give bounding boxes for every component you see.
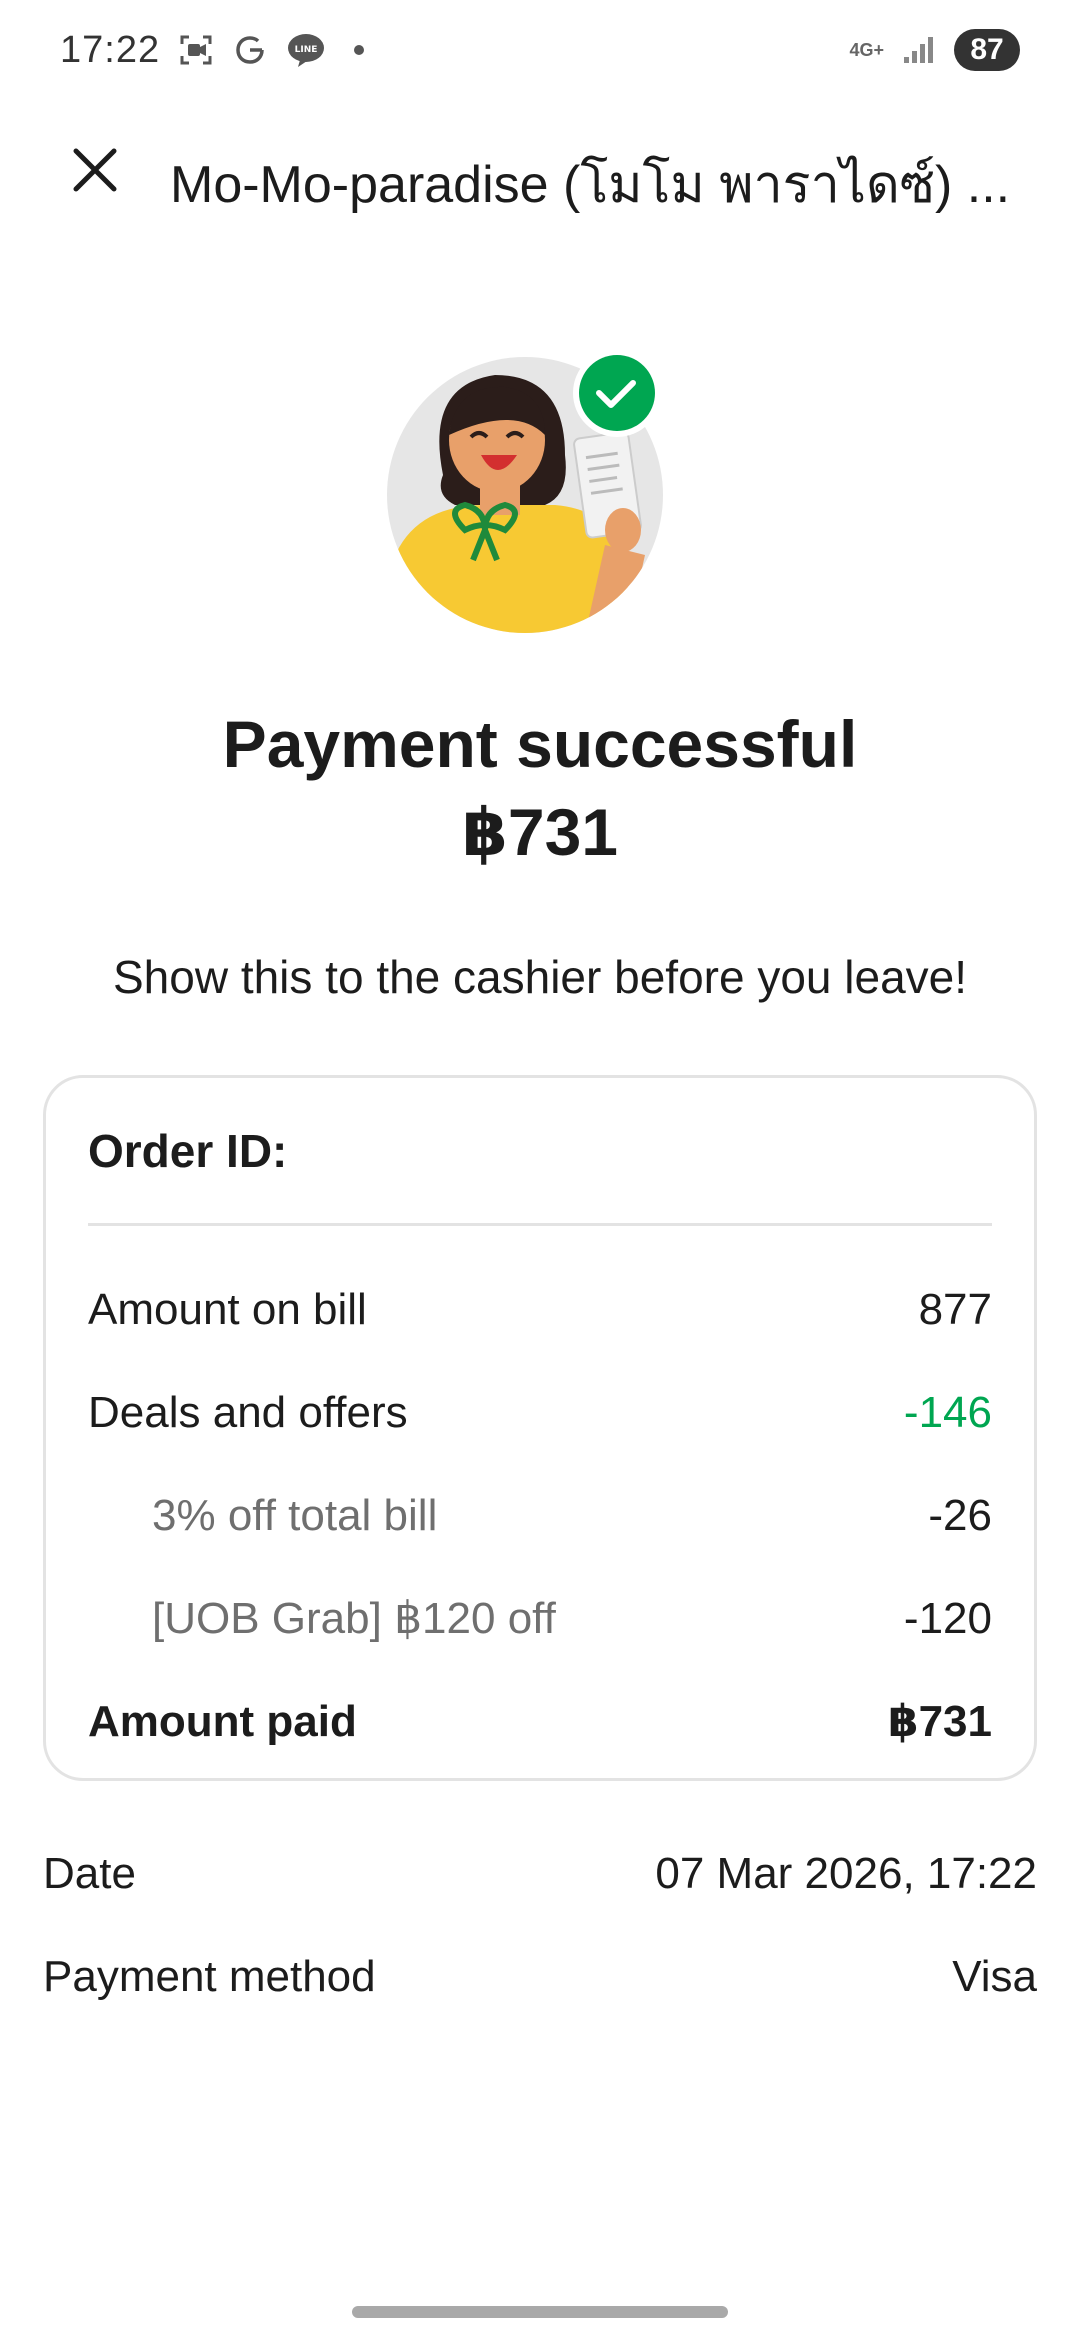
amount-on-bill-row: Amount on bill 877: [88, 1258, 992, 1361]
order-id-header: Order ID:: [88, 1078, 992, 1226]
signal-icon: [902, 35, 936, 65]
row-value: -26: [928, 1490, 992, 1540]
payment-details: Date 07 Mar 2026, 17:22 Payment method V…: [43, 1822, 1037, 2028]
close-button[interactable]: [50, 140, 140, 200]
status-right: 4G+ 87: [849, 29, 1020, 71]
status-bar: 17:22 LINE 4G+ 87: [0, 0, 1080, 100]
merchant-title: Mo-Mo-paradise (โมโม พาราไดซ์) ...: [170, 156, 1011, 214]
close-icon: [73, 148, 117, 192]
row-label: 3% off total bill: [152, 1490, 438, 1540]
order-rows: Amount on bill 877 Deals and offers -146…: [88, 1258, 992, 1773]
status-left: 17:22 LINE: [60, 28, 365, 72]
payment-method-row: Payment method Visa: [43, 1925, 1037, 2028]
svg-text:LINE: LINE: [295, 45, 318, 55]
row-label: [UOB Grab] ฿120 off: [152, 1594, 556, 1643]
status-time: 17:22: [60, 28, 161, 71]
checkmark-badge: [579, 355, 655, 431]
detail-value: 07 Mar 2026, 17:22: [655, 1848, 1037, 1898]
home-indicator[interactable]: [352, 2306, 728, 2318]
detail-label: Date: [43, 1848, 136, 1898]
row-value: -146: [903, 1387, 992, 1437]
battery-indicator: 87: [954, 29, 1020, 71]
screen-record-icon: [178, 32, 214, 68]
amount-paid-row: Amount paid ฿731: [88, 1670, 992, 1773]
discount-row: [UOB Grab] ฿120 off -120: [88, 1567, 992, 1670]
discount-row: 3% off total bill -26: [88, 1464, 992, 1567]
payment-receipt-screen: 17:22 LINE 4G+ 87 Mo-Mo-paradise (โมโม พ…: [0, 0, 1080, 2340]
date-row: Date 07 Mar 2026, 17:22: [43, 1822, 1037, 1925]
detail-label: Payment method: [43, 1951, 376, 2001]
app-header: Mo-Mo-paradise (โมโม พาราไดซ์) ...: [0, 120, 1080, 220]
order-summary-card: Order ID: Amount on bill 877 Deals and o…: [43, 1075, 1037, 1781]
payment-status-text: Payment successful: [222, 707, 858, 781]
person-with-receipt-illustration: [385, 345, 675, 635]
network-type: 4G+: [849, 40, 884, 60]
cashier-instruction: Show this to the cashier before you leav…: [112, 951, 968, 1003]
order-id-label: Order ID:: [88, 1124, 288, 1177]
row-value: 877: [918, 1284, 992, 1334]
detail-value: Visa: [952, 1951, 1037, 2001]
payment-status-headline: Payment successful ฿731: [0, 700, 1080, 876]
row-label: Amount paid: [88, 1696, 357, 1746]
google-icon: [232, 32, 268, 68]
row-value: -120: [903, 1593, 992, 1643]
payment-amount: ฿731: [461, 795, 619, 869]
row-label: Deals and offers: [88, 1387, 408, 1437]
deals-and-offers-row: Deals and offers -146: [88, 1361, 992, 1464]
row-label: Amount on bill: [88, 1284, 367, 1334]
row-value: ฿731: [887, 1697, 992, 1746]
notification-dot-icon: [354, 45, 365, 55]
line-icon: LINE: [286, 32, 326, 68]
